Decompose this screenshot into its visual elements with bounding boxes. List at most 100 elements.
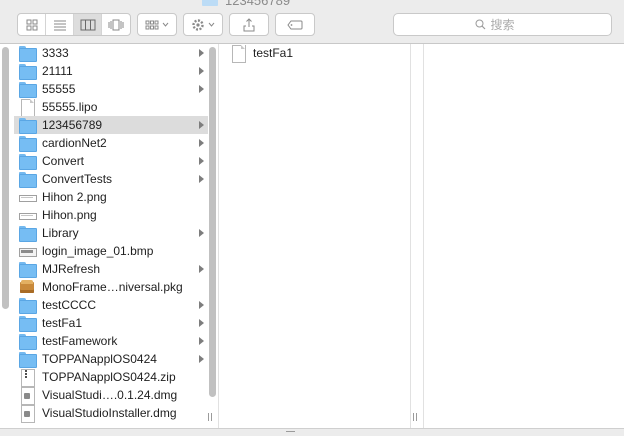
image-file-icon bbox=[19, 189, 37, 205]
action-button[interactable] bbox=[183, 13, 223, 36]
file-row[interactable]: TOPPANapplOS0424.zip bbox=[14, 368, 208, 387]
browser-column-1: 3333 21111 55555 55555.lipo 123456789 cardion… bbox=[0, 44, 218, 436]
file-name: testCCCC bbox=[42, 298, 97, 312]
disk-image-icon bbox=[19, 387, 35, 405]
resize-grip[interactable] bbox=[286, 431, 295, 435]
search-field[interactable] bbox=[393, 13, 612, 36]
icon-grid-icon bbox=[26, 19, 37, 30]
columns-icon bbox=[80, 19, 95, 30]
arrange-grid-icon bbox=[145, 20, 159, 29]
file-row[interactable]: MonoFrame…niversal.pkg bbox=[14, 278, 208, 296]
file-row[interactable]: cardionNet2 bbox=[14, 134, 208, 152]
share-button[interactable] bbox=[229, 13, 269, 36]
list-view-button[interactable] bbox=[46, 14, 74, 35]
folder-icon bbox=[19, 315, 37, 332]
bitmap-file-icon bbox=[19, 243, 37, 259]
file-name: 123456789 bbox=[42, 118, 103, 132]
column-divider bbox=[410, 44, 411, 436]
tags-button[interactable] bbox=[275, 13, 315, 36]
file-row[interactable]: MJRefresh bbox=[14, 260, 208, 278]
folder-icon bbox=[19, 153, 37, 170]
file-row[interactable]: ConvertTests bbox=[14, 170, 208, 188]
browser-column-2: testFa1 bbox=[219, 44, 410, 436]
file-name: login_image_01.bmp bbox=[42, 244, 154, 258]
file-row[interactable]: testFa1 bbox=[225, 44, 405, 63]
scrollbar-column-1[interactable] bbox=[2, 47, 9, 309]
icon-view-button[interactable] bbox=[18, 14, 46, 35]
disclosure-arrow-icon bbox=[199, 229, 204, 237]
zip-archive-icon bbox=[19, 369, 35, 387]
file-row[interactable]: login_image_01.bmp bbox=[14, 242, 208, 260]
file-name: TOPPANapplOS0424.zip bbox=[42, 370, 176, 384]
file-row[interactable]: Library bbox=[14, 224, 208, 242]
disclosure-arrow-icon bbox=[199, 157, 204, 165]
folder-icon bbox=[19, 297, 37, 314]
file-name: MJRefresh bbox=[42, 262, 101, 276]
package-icon bbox=[19, 279, 35, 295]
file-row[interactable]: 123456789 bbox=[14, 116, 208, 134]
disclosure-arrow-icon bbox=[199, 319, 204, 327]
disclosure-arrow-icon bbox=[199, 121, 204, 129]
file-name: 55555.lipo bbox=[42, 100, 98, 114]
disclosure-arrow-icon bbox=[199, 49, 204, 57]
folder-icon bbox=[19, 351, 37, 368]
column-resize-handle[interactable] bbox=[412, 413, 418, 423]
file-row[interactable]: VisualStudioInstaller.dmg bbox=[14, 404, 208, 423]
chevron-down-icon bbox=[162, 22, 169, 27]
column-resize-handle[interactable] bbox=[207, 413, 213, 423]
disclosure-arrow-icon bbox=[199, 67, 204, 75]
file-row[interactable]: Hihon 2.png bbox=[14, 188, 208, 206]
file-row[interactable]: 3333 bbox=[14, 44, 208, 62]
file-row[interactable]: testCCCC bbox=[14, 296, 208, 314]
file-name: VisualStudi….0.1.24.dmg bbox=[42, 388, 178, 402]
file-name: ConvertTests bbox=[42, 172, 113, 186]
cover-flow-view-button[interactable] bbox=[102, 14, 130, 35]
file-name: MonoFrame…niversal.pkg bbox=[42, 280, 183, 294]
file-row[interactable]: 55555.lipo bbox=[14, 98, 208, 117]
folder-icon bbox=[19, 135, 37, 152]
folder-icon bbox=[19, 45, 37, 62]
status-bar bbox=[0, 428, 624, 436]
disk-image-icon bbox=[19, 405, 35, 423]
file-name: VisualStudioInstaller.dmg bbox=[42, 406, 177, 420]
disclosure-arrow-icon bbox=[199, 301, 204, 309]
column-view-button[interactable] bbox=[74, 14, 102, 35]
view-mode-control bbox=[17, 13, 131, 36]
file-row[interactable]: VisualStudi….0.1.24.dmg bbox=[14, 386, 208, 405]
file-name: cardionNet2 bbox=[42, 136, 107, 150]
file-name: Hihon 2.png bbox=[42, 190, 107, 204]
cover-flow-icon bbox=[108, 19, 124, 30]
file-row[interactable]: TOPPANapplOS0424 bbox=[14, 350, 208, 368]
disclosure-arrow-icon bbox=[199, 337, 204, 345]
browser-column-3 bbox=[424, 44, 624, 436]
file-name: testFamework bbox=[42, 334, 118, 348]
search-input[interactable] bbox=[490, 17, 531, 32]
file-row[interactable]: Convert bbox=[14, 152, 208, 170]
file-row[interactable]: 21111 bbox=[14, 62, 208, 80]
window-title: 123456789 bbox=[202, 0, 290, 8]
disclosure-arrow-icon bbox=[199, 265, 204, 273]
file-name: Library bbox=[42, 226, 79, 240]
file-name: 3333 bbox=[42, 46, 69, 60]
file-name: TOPPANapplOS0424 bbox=[42, 352, 157, 366]
file-list: 3333 21111 55555 55555.lipo 123456789 cardion… bbox=[14, 44, 208, 423]
file-name: testFa1 bbox=[253, 46, 294, 60]
arrange-button[interactable] bbox=[137, 13, 177, 36]
file-row[interactable]: testFamework bbox=[14, 332, 208, 350]
disclosure-arrow-icon bbox=[199, 85, 204, 93]
share-icon bbox=[243, 17, 255, 31]
file-name: Convert bbox=[42, 154, 85, 168]
file-row[interactable]: 55555 bbox=[14, 80, 208, 98]
file-row[interactable]: Hihon.png bbox=[14, 206, 208, 224]
chevron-down-icon bbox=[208, 22, 215, 27]
folder-icon bbox=[19, 171, 37, 188]
folder-icon bbox=[19, 117, 37, 134]
gear-icon bbox=[192, 18, 204, 31]
disclosure-arrow-icon bbox=[199, 355, 204, 363]
search-icon bbox=[475, 19, 485, 30]
folder-icon bbox=[19, 81, 37, 98]
file-row[interactable]: testFa1 bbox=[14, 314, 208, 332]
tag-icon bbox=[287, 20, 303, 29]
folder-icon bbox=[19, 333, 37, 350]
scrollbar-column-1-right[interactable] bbox=[209, 47, 216, 397]
